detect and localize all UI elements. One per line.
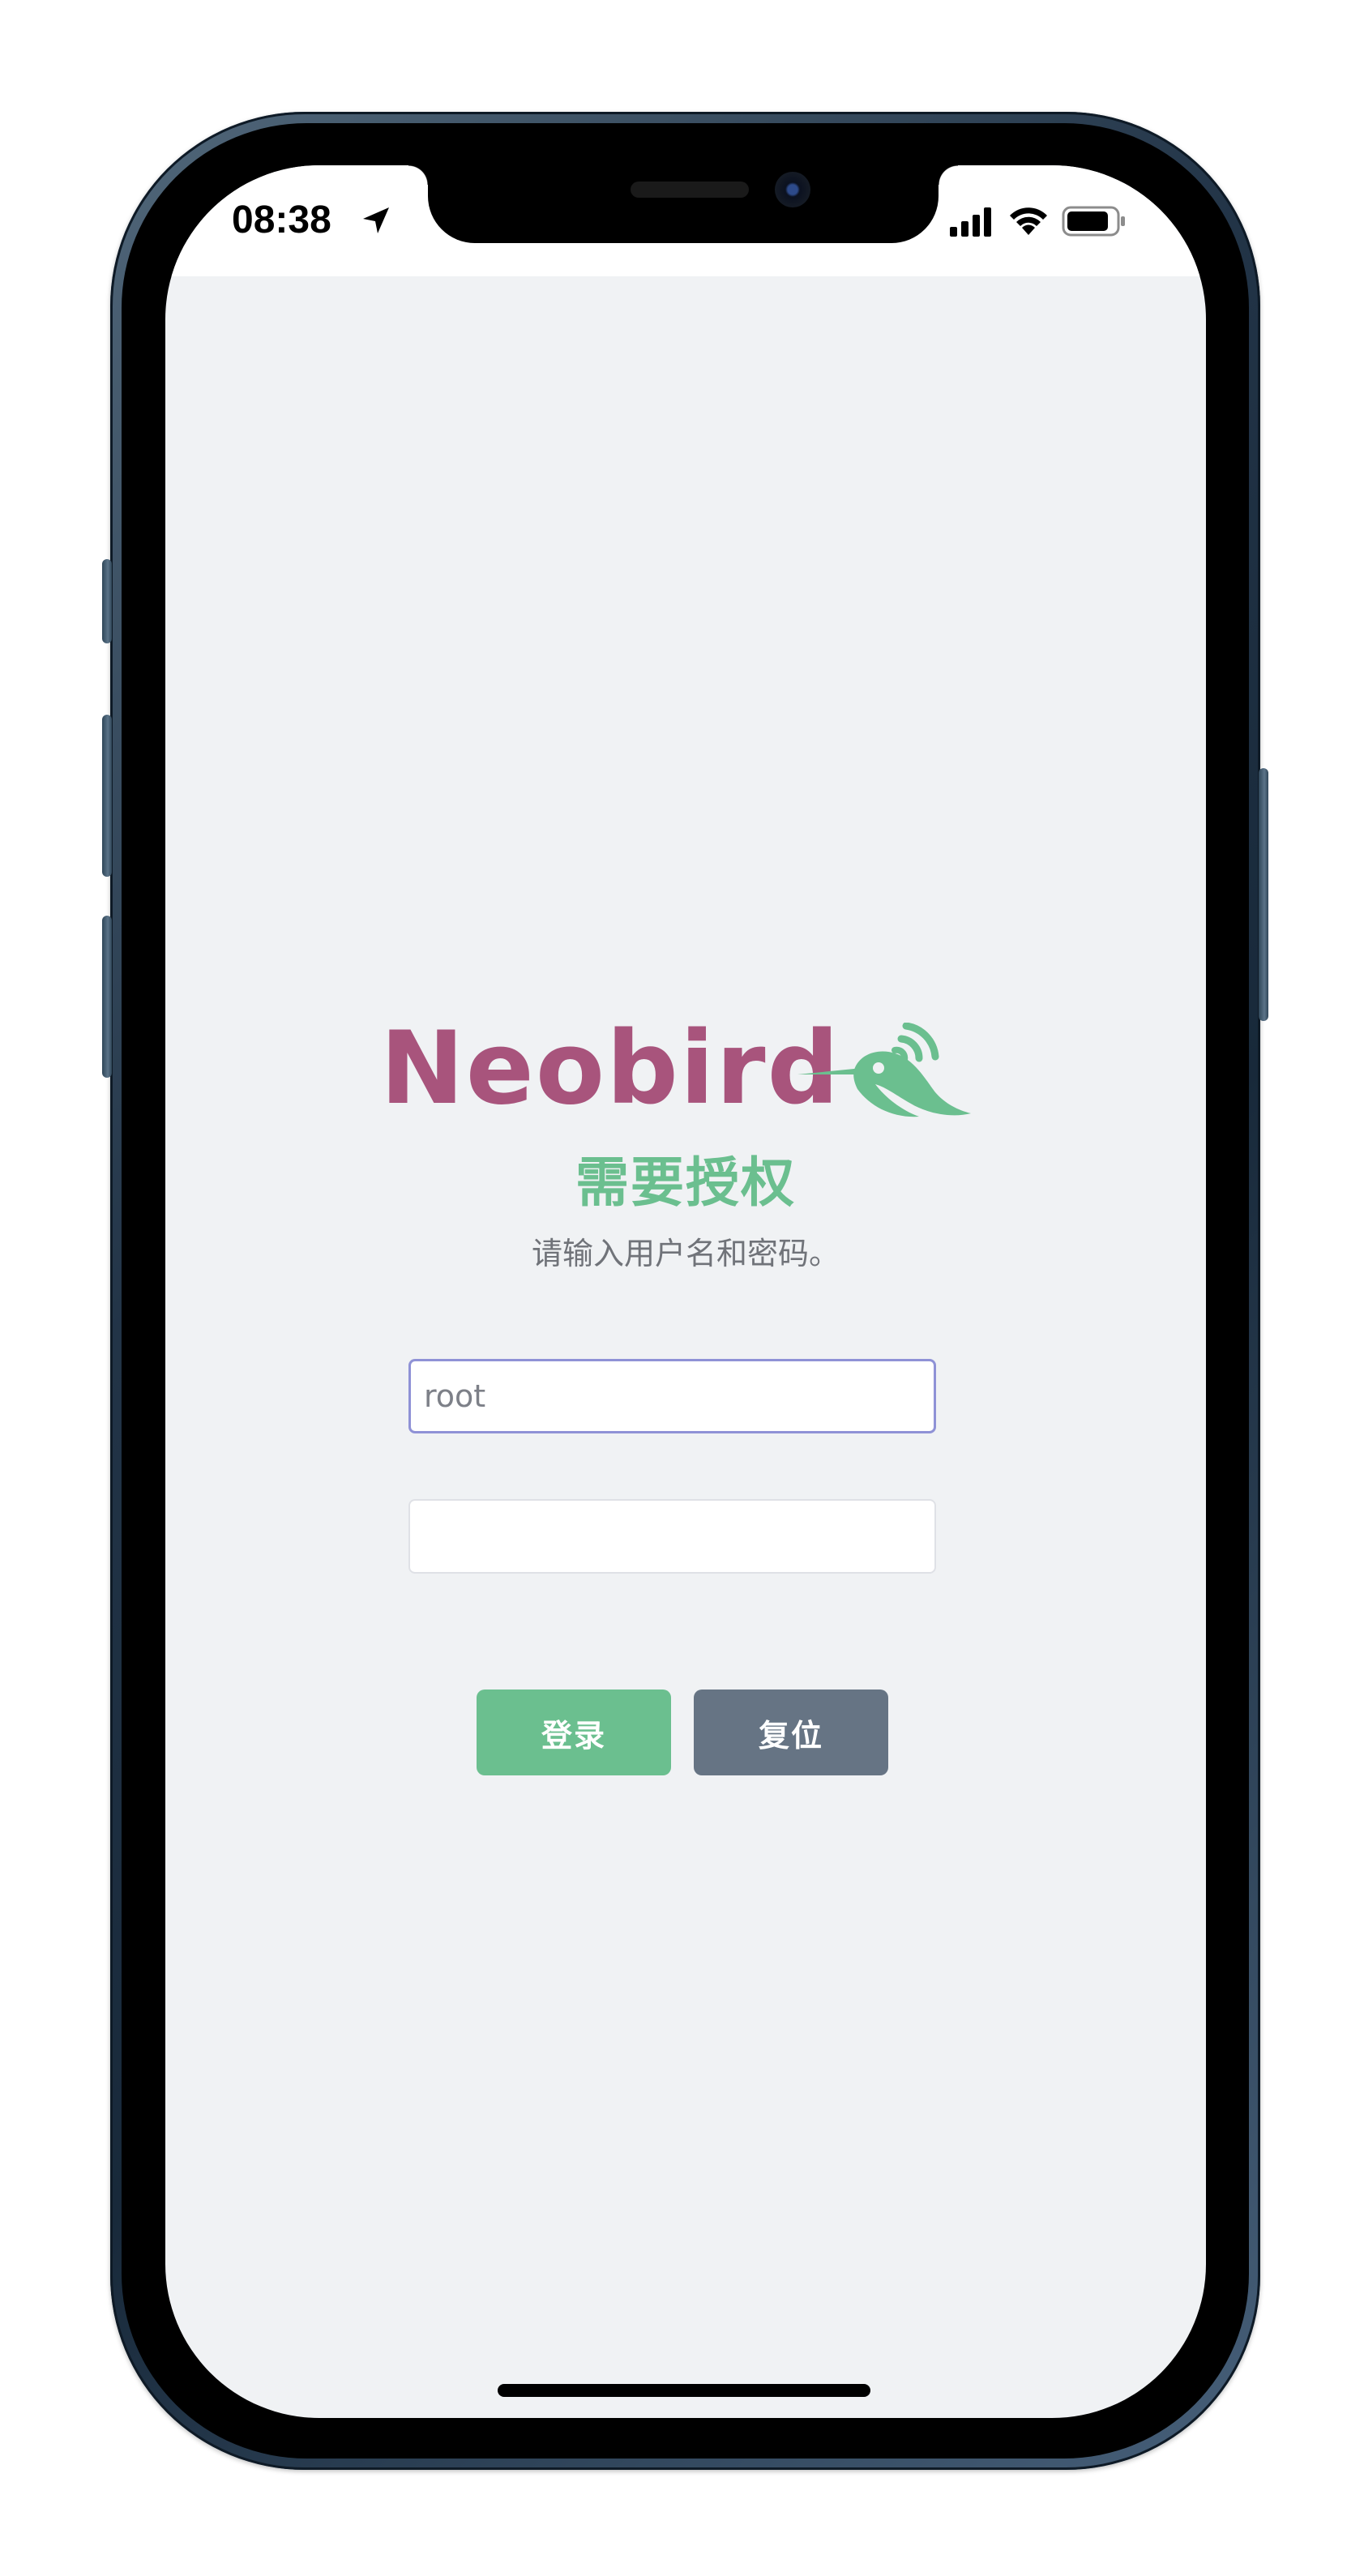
- status-bar: 08:38: [165, 165, 1206, 276]
- reset-button-label: 复位: [758, 1717, 823, 1754]
- front-camera: [775, 172, 810, 207]
- status-time: 08:38: [232, 199, 331, 241]
- volume-up-button: [102, 715, 112, 877]
- hummingbird-icon: [797, 1023, 971, 1117]
- login-button-label: 登录: [541, 1717, 606, 1754]
- page-title: 需要授权: [575, 1151, 796, 1214]
- password-input[interactable]: [408, 1499, 936, 1574]
- logo-text: Neobird: [380, 1010, 841, 1127]
- speaker: [631, 182, 749, 198]
- screen: 08:38 Neobird 需要授权 请输入用户名和密码。 root 登录 复位: [165, 165, 1206, 2418]
- page-subtitle: 请输入用户名和密码。: [531, 1236, 840, 1271]
- reset-button[interactable]: 复位: [694, 1690, 888, 1775]
- mute-switch: [102, 559, 112, 643]
- cellular-signal-icon: [950, 207, 991, 237]
- notch: [408, 165, 958, 243]
- login-button[interactable]: 登录: [477, 1690, 671, 1775]
- power-button: [1259, 768, 1268, 1021]
- volume-down-button: [102, 916, 112, 1078]
- username-input[interactable]: [408, 1359, 936, 1433]
- location-arrow-icon: [363, 207, 389, 233]
- battery-icon: [1062, 206, 1125, 237]
- wifi-icon: [1010, 207, 1047, 235]
- home-indicator[interactable]: [498, 2384, 870, 2397]
